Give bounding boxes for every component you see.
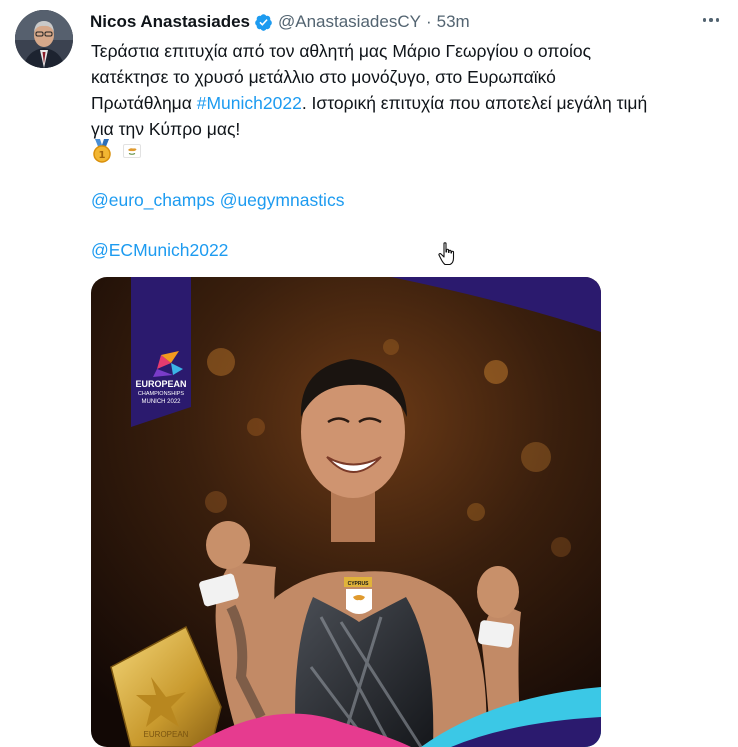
tweet-text-line: Πρωτάθλημα #Munich2022. Ιστορική επιτυχί… <box>91 90 721 116</box>
logo-text: CHAMPIONSHIPS <box>138 391 184 397</box>
mention-link[interactable]: @uegymnastics <box>220 190 345 210</box>
tweet-text-line: Τεράστια επιτυχία από τον αθλητή μας Μάρ… <box>91 41 592 61</box>
tweet-text: Τεράστια επιτυχία από τον αθλητή μας Μάρ… <box>91 38 721 142</box>
tweet-text-segment: Πρωτάθλημα <box>91 93 197 113</box>
tweet-text-line: κατέκτησε το χρυσό μετάλλιο στο μονόζυγο… <box>91 67 556 87</box>
author-name[interactable]: Nicos Anastasiades <box>90 12 250 32</box>
mentions-line: @euro_champs @uegymnastics <box>91 188 344 212</box>
svg-text:1: 1 <box>99 150 106 161</box>
more-options-icon[interactable] <box>700 12 722 28</box>
tweet-text-segment: . Ιστορική επιτυχία που αποτελεί μεγάλη … <box>301 93 648 113</box>
logo-text: EUROPEAN <box>135 379 186 389</box>
logo-text: MUNICH 2022 <box>141 399 181 405</box>
hand-pointer-cursor-icon <box>438 242 455 266</box>
timestamp[interactable]: 53m <box>437 12 470 32</box>
tweet-text-line: για την Κύπρο μας! <box>91 119 241 139</box>
cyprus-flag-icon <box>123 144 141 158</box>
jersey-text: CYPRUS <box>348 581 370 587</box>
avatar[interactable] <box>15 10 73 68</box>
trophy-text: EUROPEAN <box>144 730 189 739</box>
hashtag-link[interactable]: #Munich2022 <box>197 93 302 113</box>
mentions-line: @ECMunich2022 <box>91 238 228 262</box>
author-handle[interactable]: @AnastasiadesCY <box>278 12 421 32</box>
tweet-media-image[interactable]: EUROPEAN CHAMPIONSHIPS MUNICH 2022 CYPRU… <box>91 277 601 747</box>
mention-link[interactable]: @ECMunich2022 <box>91 240 228 260</box>
tweet-header: Nicos Anastasiades @AnastasiadesCY · 53m <box>90 11 470 33</box>
separator-dot: · <box>425 12 432 31</box>
mention-link[interactable]: @euro_champs <box>91 190 215 210</box>
emoji-row: 1 <box>91 138 141 164</box>
gold-medal-icon: 1 <box>93 139 111 163</box>
tweet-card[interactable]: Nicos Anastasiades @AnastasiadesCY · 53m… <box>0 0 738 747</box>
verified-badge-icon <box>255 13 272 31</box>
